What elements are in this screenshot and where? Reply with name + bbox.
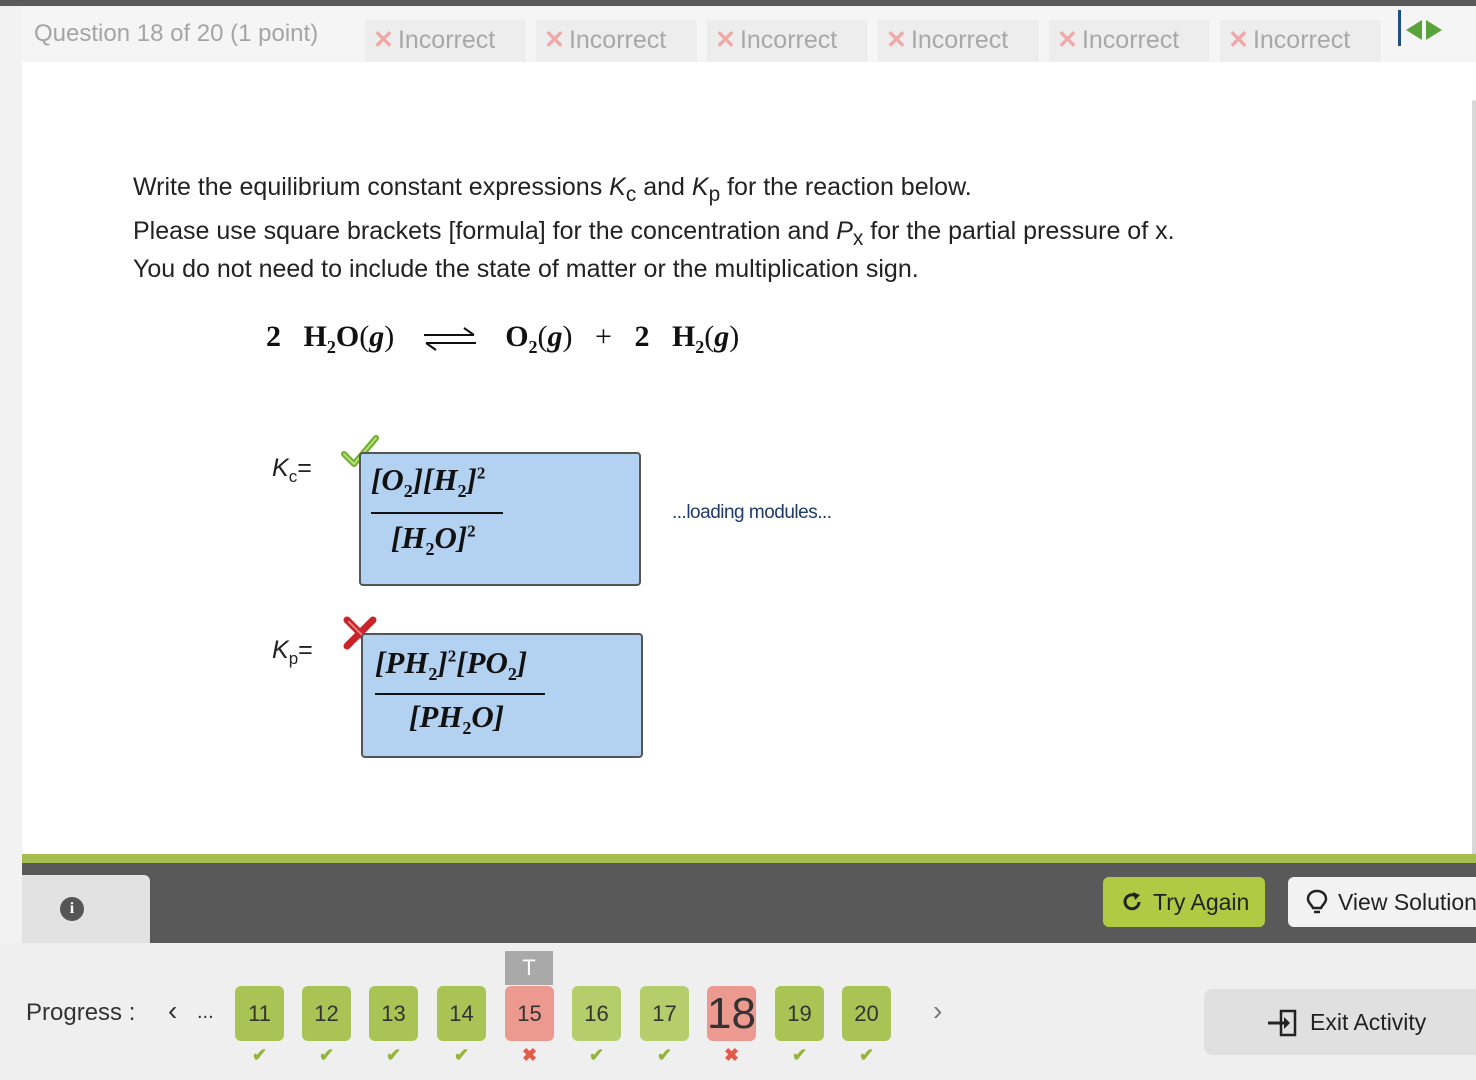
check-icon: ✔ [385, 1045, 402, 1065]
kp-label: Kp= [272, 636, 313, 668]
progress-prev-button[interactable]: ‹ [168, 995, 177, 1027]
question-button-11[interactable]: 11 [235, 986, 284, 1041]
exit-activity-label: Exit Activity [1310, 1009, 1427, 1035]
check-icon: ✔ [656, 1045, 673, 1065]
question-button-15[interactable]: 15 [505, 986, 554, 1041]
attempt-tab-3[interactable]: ✕ Incorrect [707, 20, 869, 62]
attempt-tab-4[interactable]: ✕ Incorrect [878, 20, 1040, 62]
incorrect-x-icon: ✕ [373, 26, 394, 54]
question-button-18[interactable]: 18 [707, 986, 756, 1041]
question-tabs: Question 18 of 20 (1 point) ✕ Incorrect ✕… [22, 6, 1476, 62]
kp-answer-input[interactable]: [PH2]2[PO2] [PH2O] [361, 633, 643, 758]
question-panel: Write the equilibrium constant expressio… [22, 62, 1476, 875]
instruction-line-2: Please use square brackets [formula] for… [133, 217, 1175, 250]
attempt-label: Incorrect [739, 26, 838, 54]
view-solution-label: View Solution [1338, 889, 1476, 915]
lightbulb-icon [1306, 889, 1328, 914]
attempt-label: Incorrect [568, 26, 667, 54]
question-instructions: Write the equilibrium constant expressio… [133, 170, 1175, 286]
exit-activity-button[interactable]: Exit Activity [1204, 989, 1476, 1055]
attempt-label: Incorrect [1081, 26, 1180, 54]
attempt-label: Incorrect [1252, 26, 1351, 54]
loading-text: ...loading modules... [672, 502, 832, 523]
question-button-17[interactable]: 17 [640, 986, 689, 1041]
tab-scroll-nav[interactable] [1398, 10, 1454, 50]
scroll-left-arrow-icon[interactable] [1406, 20, 1422, 40]
question-button-12[interactable]: 12 [302, 986, 351, 1041]
check-icon: ✔ [251, 1045, 268, 1065]
check-icon: ✔ [588, 1045, 605, 1065]
incorrect-x-icon: ✕ [886, 26, 907, 54]
progress-ellipsis[interactable]: ... [197, 1001, 214, 1024]
left-gutter [0, 6, 22, 1080]
accent-divider [22, 854, 1476, 863]
attempt-label: Incorrect [910, 26, 1009, 54]
progress-label: Progress : [26, 999, 136, 1026]
scrollbar[interactable] [1472, 100, 1476, 875]
question-button-16[interactable]: 16 [572, 986, 621, 1041]
attempt-tab-1[interactable]: ✕ Incorrect [365, 20, 527, 62]
tab-scroll-indicator [1398, 10, 1401, 46]
action-bar: i Try Again View Solution [22, 863, 1476, 943]
x-icon: ✖ [723, 1045, 740, 1065]
question-button-19[interactable]: 19 [775, 986, 824, 1041]
attempt-tab-2[interactable]: ✕ Incorrect [536, 20, 698, 62]
progress-next-button[interactable]: › [933, 995, 942, 1027]
incorrect-x-icon: ✕ [544, 26, 565, 54]
kc-answer-input[interactable]: [O2][H2]2 [H2O]2 [359, 452, 641, 586]
info-tab[interactable]: i [22, 875, 150, 943]
question-button-14[interactable]: 14 [437, 986, 486, 1041]
try-again-button[interactable]: Try Again [1103, 877, 1265, 927]
incorrect-x-icon: ✕ [715, 26, 736, 54]
attempt-tab-5[interactable]: ✕ Incorrect [1049, 20, 1211, 62]
scroll-right-arrow-icon[interactable] [1426, 20, 1442, 40]
kp-denominator: [PH2O] [409, 699, 505, 739]
view-solution-button[interactable]: View Solution [1288, 877, 1476, 927]
kc-fraction-bar [371, 512, 503, 514]
progress-bar: Progress : ‹ ... T 11 ✔ 12 ✔ 13 ✔ 14 ✔ 1… [0, 943, 1476, 1080]
question-button-13[interactable]: 13 [369, 986, 418, 1041]
check-icon: ✔ [791, 1045, 808, 1065]
info-icon[interactable]: i [60, 897, 84, 921]
refresh-icon [1123, 892, 1141, 911]
instruction-line-3: You do not need to include the state of … [133, 255, 919, 283]
incorrect-x-icon: ✕ [1228, 26, 1249, 54]
kc-label: Kc= [272, 454, 312, 486]
kc-numerator: [O2][H2]2 [371, 462, 486, 502]
instruction-line-1: Write the equilibrium constant expressio… [133, 173, 972, 206]
kp-fraction-bar [375, 693, 545, 695]
attempt-tab-6[interactable]: ✕ Incorrect [1220, 20, 1382, 62]
equilibrium-arrow-icon [422, 326, 478, 352]
kc-denominator: [H2O]2 [391, 520, 476, 560]
x-icon: ✖ [521, 1045, 538, 1065]
question-button-20[interactable]: 20 [842, 986, 891, 1041]
check-icon: ✔ [453, 1045, 470, 1065]
incorrect-x-icon: ✕ [1057, 26, 1078, 54]
attempt-label: Incorrect [397, 26, 496, 54]
reaction-equation: 2 H2O(g) O2(g) + 2 H2(g) [266, 320, 740, 357]
kp-numerator: [PH2]2[PO2] [375, 645, 528, 685]
check-icon: ✔ [318, 1045, 335, 1065]
exit-icon [1268, 1009, 1297, 1037]
check-icon: ✔ [858, 1045, 875, 1065]
question-title-tab[interactable]: Question 18 of 20 (1 point) [22, 14, 362, 62]
try-again-label: Try Again [1153, 889, 1250, 915]
flag-marker: T [505, 951, 553, 985]
